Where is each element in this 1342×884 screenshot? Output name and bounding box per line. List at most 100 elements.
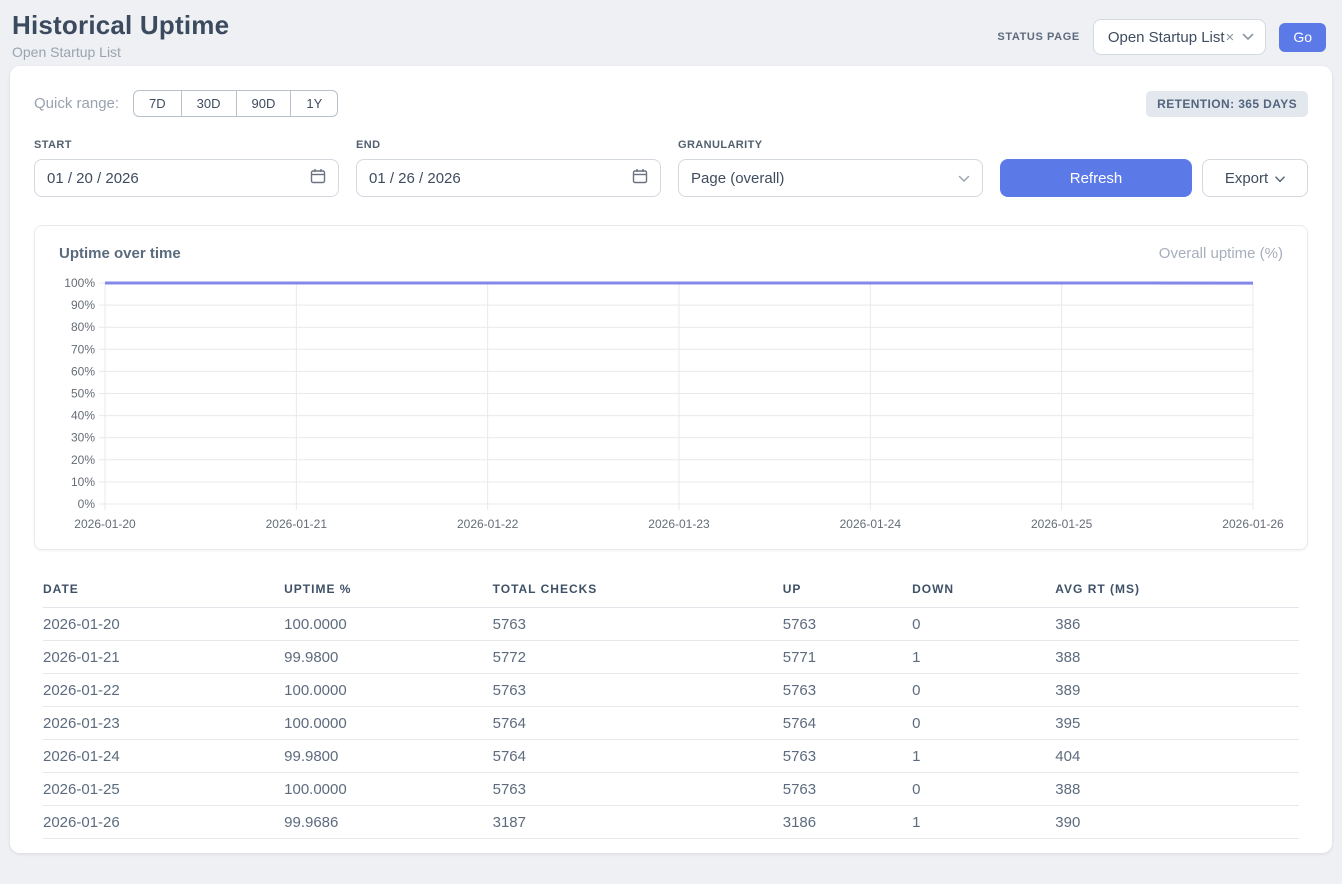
go-button[interactable]: Go [1279,23,1326,52]
export-button[interactable]: Export [1202,159,1308,197]
start-date-input[interactable]: 01 / 20 / 2026 [34,159,339,197]
table-cell: 388 [1055,773,1299,806]
table-cell: 5763 [493,773,783,806]
table-row: 2026-01-25100.0000576357630388 [43,773,1299,806]
table-cell: 5772 [493,641,783,674]
table-cell: 5763 [493,674,783,707]
svg-text:30%: 30% [71,431,95,445]
table-cell: 100.0000 [284,674,492,707]
start-date-value: 01 / 20 / 2026 [47,170,139,187]
quick-range-button-1y[interactable]: 1Y [290,90,338,117]
svg-text:2026-01-23: 2026-01-23 [648,517,710,531]
end-date-label: END [356,139,661,151]
svg-text:90%: 90% [71,298,95,312]
table-cell: 388 [1055,641,1299,674]
table-header-cell: UPTIME % [284,574,492,608]
table-cell: 99.9686 [284,806,492,839]
chart-legend: Overall uptime (%) [1159,245,1283,262]
status-page-label: STATUS PAGE [997,31,1079,43]
status-page-picker: STATUS PAGE Open Startup List × Go [997,19,1326,55]
table-row: 2026-01-23100.0000576457640395 [43,707,1299,740]
quick-range-button-7d[interactable]: 7D [133,90,182,117]
status-page-value: Open Startup List [1108,29,1225,46]
table-cell: 1 [912,740,1055,773]
end-date-field: END 01 / 26 / 2026 [356,139,661,197]
table-cell: 0 [912,707,1055,740]
start-date-label: START [34,139,339,151]
table-cell: 100.0000 [284,773,492,806]
table-row: 2026-01-2199.9800577257711388 [43,641,1299,674]
svg-text:20%: 20% [71,453,95,467]
svg-text:2026-01-22: 2026-01-22 [457,517,519,531]
table-cell: 3186 [783,806,912,839]
table-cell: 5764 [493,740,783,773]
table-cell: 2026-01-22 [43,674,284,707]
table-row: 2026-01-2699.9686318731861390 [43,806,1299,839]
start-date-field: START 01 / 20 / 2026 [34,139,339,197]
svg-text:10%: 10% [71,475,95,489]
quick-range-group: 7D30D90D1Y [133,90,338,117]
table-cell: 404 [1055,740,1299,773]
table-cell: 386 [1055,608,1299,641]
export-button-label: Export [1225,170,1268,187]
quick-range-button-30d[interactable]: 30D [181,90,237,117]
svg-text:2026-01-20: 2026-01-20 [74,517,136,531]
table-cell: 5763 [783,608,912,641]
uptime-table-wrap: DATEUPTIME %TOTAL CHECKSUPDOWNAVG RT (MS… [34,574,1308,839]
filters-row: START 01 / 20 / 2026 END 01 / 26 / 2026 … [34,139,1308,197]
uptime-line-chart: 0%10%20%30%40%50%60%70%80%90%100%2026-01… [55,275,1289,533]
svg-text:70%: 70% [71,342,95,356]
table-cell: 100.0000 [284,608,492,641]
page-title: Historical Uptime [12,10,229,41]
page-subtitle: Open Startup List [12,44,229,60]
granularity-select[interactable]: Page (overall) [678,159,983,197]
granularity-field: GRANULARITY Page (overall) [678,139,983,197]
calendar-icon[interactable] [310,168,326,188]
table-cell: 2026-01-21 [43,641,284,674]
chart-header: Uptime over time Overall uptime (%) [35,226,1307,273]
svg-text:0%: 0% [78,497,96,511]
table-cell: 5763 [783,674,912,707]
svg-text:2026-01-26: 2026-01-26 [1222,517,1284,531]
refresh-button[interactable]: Refresh [1000,159,1192,197]
table-cell: 99.9800 [284,740,492,773]
table-cell: 5764 [783,707,912,740]
table-header-cell: DOWN [912,574,1055,608]
retention-badge: RETENTION: 365 DAYS [1146,91,1308,117]
table-cell: 5771 [783,641,912,674]
table-header-cell: AVG RT (MS) [1055,574,1299,608]
table-cell: 0 [912,773,1055,806]
calendar-icon[interactable] [632,168,648,188]
table-cell: 389 [1055,674,1299,707]
table-cell: 2026-01-25 [43,773,284,806]
svg-text:2026-01-25: 2026-01-25 [1031,517,1093,531]
svg-text:2026-01-24: 2026-01-24 [840,517,902,531]
main-card: Quick range: 7D30D90D1Y RETENTION: 365 D… [10,66,1332,853]
quick-range-button-90d[interactable]: 90D [236,90,292,117]
table-row: 2026-01-20100.0000576357630386 [43,608,1299,641]
table-header-cell: TOTAL CHECKS [493,574,783,608]
table-cell: 2026-01-24 [43,740,284,773]
end-date-input[interactable]: 01 / 26 / 2026 [356,159,661,197]
chevron-down-icon [1275,170,1285,187]
svg-text:100%: 100% [64,276,95,290]
clear-icon[interactable]: × [1226,29,1235,46]
table-cell: 390 [1055,806,1299,839]
top-bar: Historical Uptime Open Startup List STAT… [0,0,1342,60]
title-block: Historical Uptime Open Startup List [12,10,229,60]
uptime-table: DATEUPTIME %TOTAL CHECKSUPDOWNAVG RT (MS… [43,574,1299,839]
table-cell: 1 [912,806,1055,839]
svg-text:40%: 40% [71,409,95,423]
status-page-select[interactable]: Open Startup List × [1093,19,1267,55]
chart-title: Uptime over time [59,245,181,262]
table-cell: 1 [912,641,1055,674]
table-cell: 2026-01-20 [43,608,284,641]
chevron-down-icon [958,170,970,187]
table-cell: 5763 [493,608,783,641]
svg-text:50%: 50% [71,387,95,401]
table-cell: 99.9800 [284,641,492,674]
quick-range-label: Quick range: [34,95,119,112]
table-header-row: DATEUPTIME %TOTAL CHECKSUPDOWNAVG RT (MS… [43,574,1299,608]
table-row: 2026-01-2499.9800576457631404 [43,740,1299,773]
chevron-down-icon [1242,33,1254,41]
